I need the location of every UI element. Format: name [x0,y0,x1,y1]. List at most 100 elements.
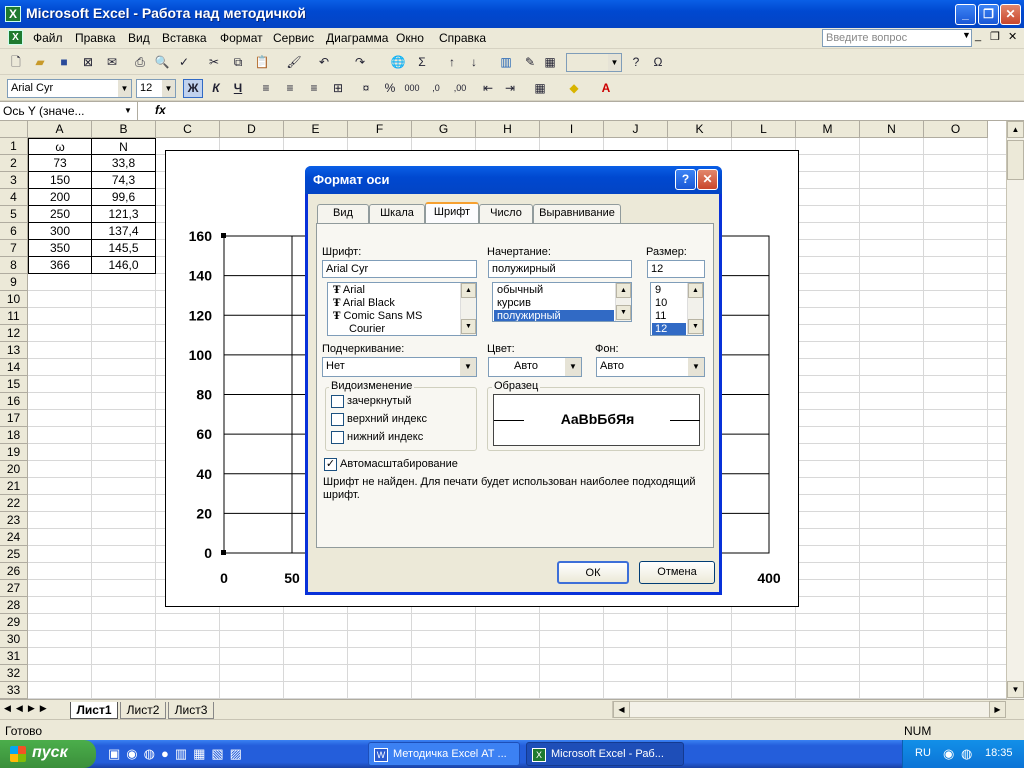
merge-center-icon[interactable]: ⊞ [330,80,346,96]
style-list-item[interactable]: курсив [494,297,614,310]
column-header-j[interactable]: J [604,121,668,138]
doc-close-icon[interactable]: ✕ [1008,30,1017,43]
quick-launch-icons[interactable]: ▣◉◍●▥▦▧▨ [108,746,248,762]
menu-edit[interactable]: Правка [75,31,116,45]
font-combo[interactable]: Arial Cyr ▼ [7,79,132,98]
underline-select[interactable]: Нет ▼ [322,357,477,377]
fill-color-icon[interactable]: ◆ [566,80,582,96]
size-combo[interactable]: 12 ▼ [136,79,176,98]
paste-icon[interactable]: 📋 [254,54,270,70]
decrease-decimal-icon[interactable]: ,00 [452,80,468,96]
column-header-d[interactable]: D [220,121,284,138]
table-cell[interactable]: 200 [28,189,92,206]
minimize-button[interactable]: _ [955,4,976,25]
row-header-5[interactable]: 5 [0,206,28,223]
row-header-28[interactable]: 28 [0,597,28,614]
font-list-item[interactable]: Ŧ Comic Sans MS [330,310,460,323]
font-list[interactable]: Ŧ Arial Ŧ Arial Black Ŧ Comic Sans MS Co… [327,282,477,336]
size-input[interactable]: 12 [647,260,705,278]
italic-button[interactable]: К [208,80,224,96]
column-header-f[interactable]: F [348,121,412,138]
column-header-e[interactable]: E [284,121,348,138]
row-header-8[interactable]: 8 [0,257,28,274]
table-cell[interactable]: 121,3 [92,206,156,223]
tray-icon-2[interactable]: ◍ [961,746,972,762]
table-header-cell[interactable]: N [92,138,156,155]
table-cell[interactable]: 350 [28,240,92,257]
tab-font[interactable]: Шрифт [425,202,479,224]
size-list-scrollbar[interactable]: ▲ ▼ [687,283,703,335]
sheet-tab-3[interactable]: Лист3 [168,702,214,719]
row-header-17[interactable]: 17 [0,410,28,427]
table-cell[interactable]: 74,3 [92,172,156,189]
row-header-16[interactable]: 16 [0,393,28,410]
print-preview-icon[interactable]: 🔍 [154,54,170,70]
row-header-13[interactable]: 13 [0,342,28,359]
row-header-14[interactable]: 14 [0,359,28,376]
vertical-scrollbar[interactable]: ▲ ▼ [1006,121,1024,699]
strikethrough-checkbox[interactable] [331,395,344,408]
underline-button[interactable]: Ч [230,80,246,96]
save-icon[interactable]: ■ [56,54,72,70]
style-scroll-up[interactable]: ▲ [616,283,631,298]
column-header-o[interactable]: O [924,121,988,138]
superscript-label[interactable]: верхний индекс [347,413,427,425]
row-header-19[interactable]: 19 [0,444,28,461]
format-painter-icon[interactable]: 🖌 [286,54,302,70]
autoscale-label[interactable]: Автомасштабирование [340,458,458,470]
column-header-l[interactable]: L [732,121,796,138]
print-icon[interactable]: ⎙ [132,54,148,70]
font-scroll-down[interactable]: ▼ [461,319,476,334]
bold-button[interactable]: Ж [183,79,203,98]
menu-tools[interactable]: Сервис [273,31,314,45]
doc-minimize-icon[interactable]: _ [975,30,981,42]
tab-alignment[interactable]: Выравнивание [533,204,621,223]
sort-desc-icon[interactable]: ↓ [466,54,482,70]
sheet-nav-icon[interactable]: ◀◀▶▶ [4,703,52,714]
menu-file[interactable]: Файл [33,31,63,45]
copy-icon[interactable]: ⧉ [230,54,246,70]
style-scroll-down[interactable]: ▼ [616,305,631,320]
column-header-m[interactable]: M [796,121,860,138]
restore-button[interactable]: ❐ [978,4,999,25]
new-icon[interactable]: 🗋 [8,54,24,70]
cut-icon[interactable]: ✂ [206,54,222,70]
zoom-icon[interactable]: ▦ [542,54,558,70]
tab-scale[interactable]: Шкала [369,204,425,223]
row-header-32[interactable]: 32 [0,665,28,682]
style-list-item-selected[interactable]: полужирный [494,310,614,321]
cancel-button[interactable]: Отмена [639,561,715,584]
row-header-6[interactable]: 6 [0,223,28,240]
style-input[interactable]: полужирный [488,260,632,278]
task-excel[interactable]: X Microsoft Excel - Раб... [526,742,684,766]
undo-icon[interactable]: ↶ [316,54,332,70]
table-cell[interactable]: 137,4 [92,223,156,240]
table-cell[interactable]: 366 [28,257,92,274]
row-header-4[interactable]: 4 [0,189,28,206]
size-list-item[interactable]: 10 [652,297,686,310]
size-list-item[interactable]: 9 [652,284,686,297]
subscript-label[interactable]: нижний индекс [347,431,423,443]
align-right-icon[interactable]: ≡ [306,80,322,96]
row-header-11[interactable]: 11 [0,308,28,325]
background-select[interactable]: Авто ▼ [596,357,705,377]
autoscale-checkbox[interactable]: ✓ [324,458,337,471]
background-dropdown-icon[interactable]: ▼ [688,358,704,376]
align-center-icon[interactable]: ≡ [282,80,298,96]
start-button[interactable]: пуск [0,740,96,768]
table-cell[interactable]: 99,6 [92,189,156,206]
scroll-up-button[interactable]: ▲ [1007,121,1024,138]
name-box[interactable]: Ось Y (значе... [0,102,138,120]
task-word-doc[interactable]: W Методичка Excel АТ ... [368,742,520,766]
ok-button[interactable]: ОК [557,561,629,584]
language-indicator[interactable]: RU [915,747,931,759]
scroll-left-button[interactable]: ◀ [613,701,630,718]
row-header-24[interactable]: 24 [0,529,28,546]
style-list-scrollbar[interactable]: ▲ ▼ [615,283,631,321]
hyperlink-icon[interactable]: 🌐 [390,54,406,70]
horizontal-scrollbar[interactable]: ◀ ▶ [612,701,1006,718]
drawing-icon[interactable]: ✎ [522,54,538,70]
row-header-10[interactable]: 10 [0,291,28,308]
dialog-help-button[interactable]: ? [675,169,696,190]
row-header-26[interactable]: 26 [0,563,28,580]
